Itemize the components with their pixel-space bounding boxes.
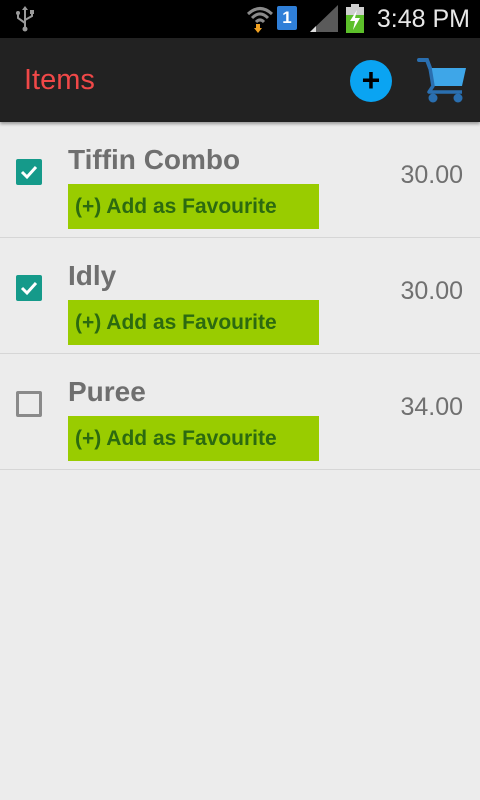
add-item-button[interactable]: + bbox=[350, 60, 392, 102]
item-name: Idly bbox=[68, 260, 117, 291]
wifi-icon bbox=[246, 4, 274, 34]
signal-icon bbox=[310, 5, 340, 33]
action-bar: Items + bbox=[0, 38, 480, 122]
item-checkbox[interactable] bbox=[16, 391, 42, 417]
usb-icon bbox=[14, 6, 36, 32]
sim-icon: 1 bbox=[277, 6, 297, 30]
battery-charging-icon bbox=[344, 4, 366, 34]
status-bar: 1 3:48 PM bbox=[0, 0, 480, 38]
add-circle-icon: + bbox=[361, 62, 381, 98]
status-clock: 3:48 PM bbox=[376, 5, 470, 33]
list-item[interactable]: Idly (+) Add as Favourite 30.00 bbox=[0, 238, 480, 354]
item-checkbox[interactable] bbox=[16, 275, 42, 301]
list-item[interactable]: Puree (+) Add as Favourite 34.00 bbox=[0, 354, 480, 470]
item-name: Tiffin Combo bbox=[68, 144, 241, 175]
item-price: 30.00 bbox=[400, 161, 463, 189]
add-favourite-button[interactable]: (+) Add as Favourite bbox=[68, 416, 319, 461]
checkmark-icon bbox=[20, 165, 38, 180]
cart-button[interactable] bbox=[416, 56, 470, 104]
add-favourite-button[interactable]: (+) Add as Favourite bbox=[68, 184, 319, 229]
add-favourite-button[interactable]: (+) Add as Favourite bbox=[68, 300, 319, 345]
item-price: 34.00 bbox=[400, 393, 463, 421]
item-name: Puree bbox=[68, 376, 146, 407]
item-checkbox[interactable] bbox=[16, 159, 42, 185]
checkmark-icon bbox=[20, 281, 38, 296]
page-title: Items bbox=[24, 64, 95, 96]
item-list: Tiffin Combo (+) Add as Favourite 30.00 … bbox=[0, 122, 480, 470]
shopping-cart-icon bbox=[417, 58, 466, 103]
item-price: 30.00 bbox=[400, 277, 463, 305]
list-item[interactable]: Tiffin Combo (+) Add as Favourite 30.00 bbox=[0, 122, 480, 238]
